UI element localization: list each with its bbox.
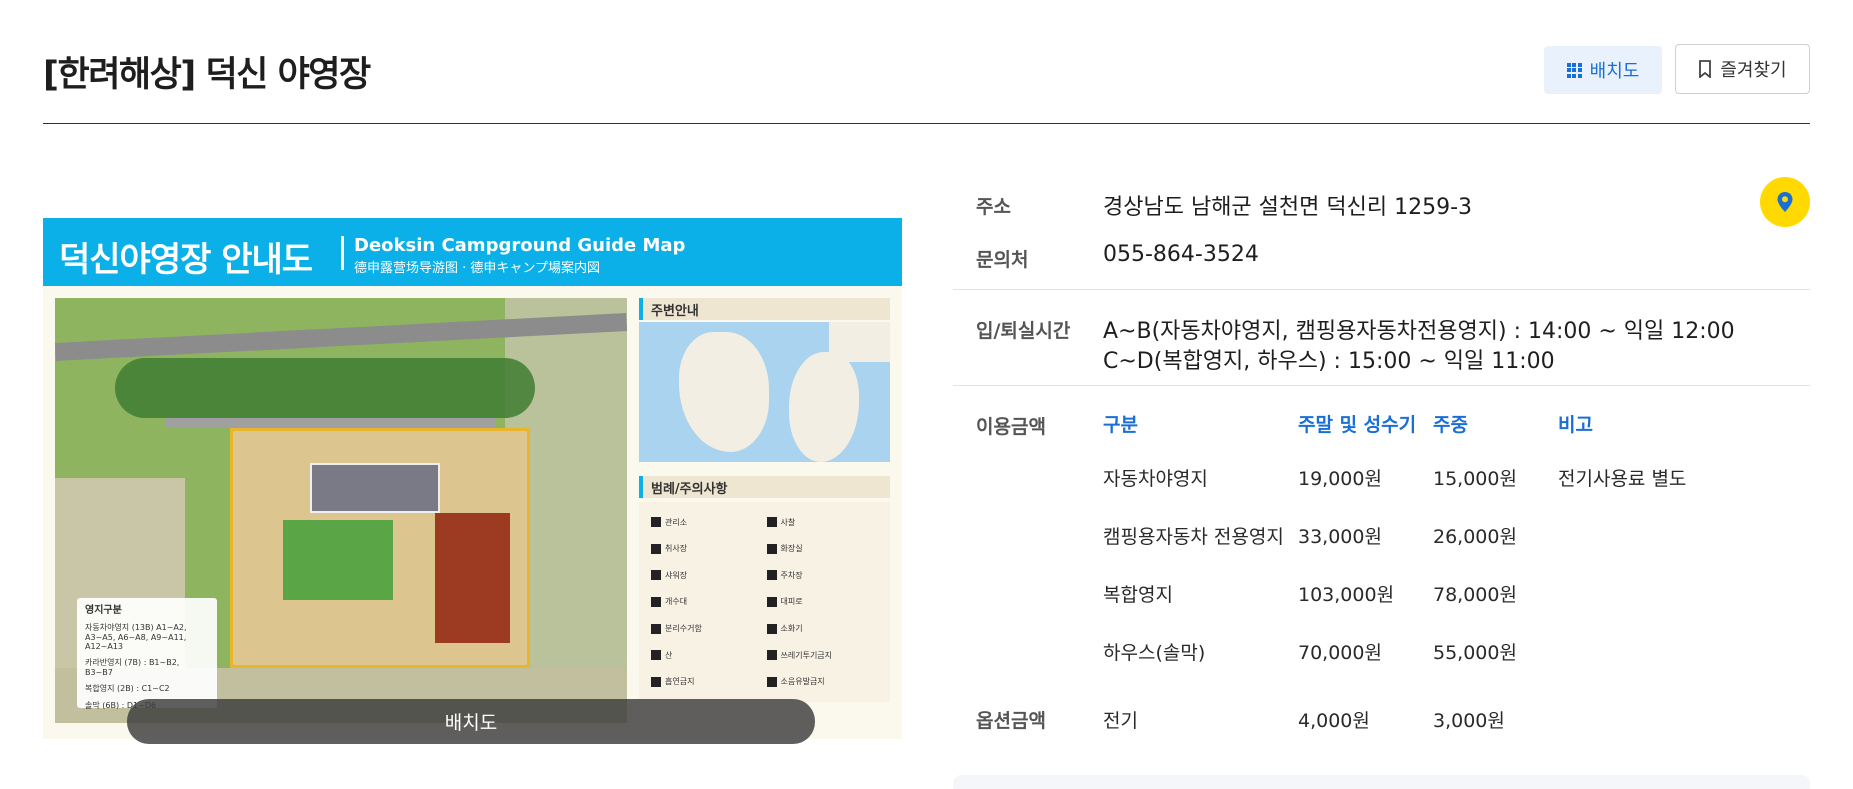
- checkin-line-2: C~D(복합영지, 하우스) : 15:00 ~ 익일 11:00: [1103, 349, 1555, 374]
- legend-item: 화장실: [767, 539, 879, 560]
- legend-item: 흡연금지: [651, 671, 763, 692]
- option-cell-type: 전기: [1103, 710, 1138, 732]
- phone-label: 문의처: [976, 249, 1029, 271]
- management-building: [310, 463, 440, 513]
- price-cell-peak: 103,000원: [1298, 584, 1395, 606]
- price-cell-peak: 33,000원: [1298, 526, 1382, 548]
- neighborhood-heading: 주변안내: [639, 298, 890, 320]
- site-legend-item: 카라반영지 (7B) : B1~B2, B3~B7: [85, 658, 180, 677]
- site-legend: 영지구분 자동차야영지 (13B) A1~A2, A3~A5, A6~A8, A…: [77, 598, 217, 710]
- aerial-site-plan: 영지구분 자동차야영지 (13B) A1~A2, A3~A5, A6~A8, A…: [55, 298, 627, 723]
- location-pin-icon: [1777, 192, 1793, 212]
- price-cell-peak: 19,000원: [1298, 468, 1382, 490]
- layout-map-button-label: 배치도: [1589, 61, 1640, 82]
- legend-item: 주차장: [767, 565, 879, 586]
- price-cell-weekday: 15,000원: [1433, 468, 1517, 490]
- map-side-panel: 주변안내 범례/주의사항 관리소 사찰 취사장 화장실 샤워장 주차장 개수대 …: [639, 298, 890, 723]
- landmass: [829, 322, 890, 362]
- legend-item: 소음유발금지: [767, 671, 879, 692]
- layout-map-button[interactable]: 배치도: [1544, 46, 1662, 94]
- divider: [953, 289, 1810, 290]
- tree-area: [115, 358, 535, 418]
- legend-item: 쓰레기투기금지: [767, 645, 879, 666]
- option-cell-peak: 4,000원: [1298, 710, 1370, 732]
- neighborhood-map: [639, 322, 890, 462]
- price-cell-peak: 70,000원: [1298, 642, 1382, 664]
- site-legend-item: 자동차야영지 (13B) A1~A2, A3~A5, A6~A8, A9~A11…: [85, 623, 187, 651]
- option-cell-weekday: 3,000원: [1433, 710, 1505, 732]
- price-cell-weekday: 78,000원: [1433, 584, 1517, 606]
- price-header-weekday: 주중: [1433, 414, 1468, 436]
- price-cell-type: 하우스(솔막): [1103, 642, 1206, 664]
- price-header-peak: 주말 및 성수기: [1298, 414, 1417, 436]
- favorite-button[interactable]: 즐겨찾기: [1675, 44, 1810, 94]
- legend-item: 분리수거함: [651, 618, 763, 639]
- lawn: [283, 520, 393, 600]
- price-label: 이용금액: [976, 416, 1046, 438]
- landmass: [789, 352, 859, 462]
- divider: [953, 385, 1810, 386]
- landmass: [679, 332, 769, 452]
- price-cell-weekday: 55,000원: [1433, 642, 1517, 664]
- page-header: [한려해상] 덕신 야영장 배치도 즐겨찾기: [43, 0, 1810, 124]
- notice-box: [953, 775, 1810, 789]
- map-banner: 덕신야영장 안내도 Deoksin Campground Guide Map 德…: [43, 218, 902, 286]
- legend-item: 샤워장: [651, 565, 763, 586]
- favorite-button-label: 즐겨찾기: [1720, 60, 1787, 81]
- site-legend-title: 영지구분: [85, 605, 122, 616]
- map-banner-title: 덕신야영장 안내도: [59, 240, 313, 280]
- site-legend-item: 복합영지 (2B) : C1~C2: [85, 684, 170, 693]
- price-header-type: 구분: [1103, 414, 1138, 436]
- checkin-line-1: A~B(자동차야영지, 캠핑용자동차전용영지) : 14:00 ~ 익일 12:…: [1103, 319, 1735, 344]
- house-roofs: [435, 513, 510, 643]
- price-cell-type: 복합영지: [1103, 584, 1173, 606]
- price-cell-type: 자동차야영지: [1103, 468, 1208, 490]
- legend-item: 대피로: [767, 592, 879, 613]
- page-title: [한려해상] 덕신 야영장: [43, 55, 371, 95]
- map-banner-english: Deoksin Campground Guide Map: [354, 235, 686, 256]
- price-header-note: 비고: [1558, 414, 1593, 436]
- phone-value: 055-864-3524: [1103, 242, 1259, 267]
- legend-heading: 범례/주의사항: [639, 476, 890, 498]
- price-cell-type: 캠핑용자동차 전용영지: [1103, 526, 1284, 548]
- grid-icon: [1566, 62, 1582, 78]
- legend-item: 소화기: [767, 618, 879, 639]
- price-cell-note: 전기사용료 별도: [1558, 468, 1687, 490]
- legend-item: 사찰: [767, 512, 879, 533]
- bookmark-icon: [1699, 60, 1712, 78]
- road: [165, 418, 495, 428]
- map-banner-cjk: 德申露营场导游图 · 德申キャンプ場案内図: [354, 261, 601, 276]
- map-banner-divider: [341, 236, 344, 270]
- campground-map-image[interactable]: 덕신야영장 안내도 Deoksin Campground Guide Map 德…: [43, 218, 902, 739]
- legend-item: 산: [651, 645, 763, 666]
- legend-item: 취사장: [651, 539, 763, 560]
- map-pin-button[interactable]: [1760, 177, 1810, 227]
- option-label: 옵션금액: [976, 710, 1046, 732]
- legend-list: 관리소 사찰 취사장 화장실 샤워장 주차장 개수대 대피로 분리수거함 소화기…: [639, 502, 890, 702]
- checkin-label: 입/퇴실시간: [976, 320, 1071, 342]
- address-label: 주소: [976, 196, 1011, 218]
- legend-item: 관리소: [651, 512, 763, 533]
- map-caption: 배치도: [127, 699, 815, 744]
- legend-item: 개수대: [651, 592, 763, 613]
- address-value: 경상남도 남해군 설천면 덕신리 1259-3: [1103, 195, 1473, 220]
- price-cell-weekday: 26,000원: [1433, 526, 1517, 548]
